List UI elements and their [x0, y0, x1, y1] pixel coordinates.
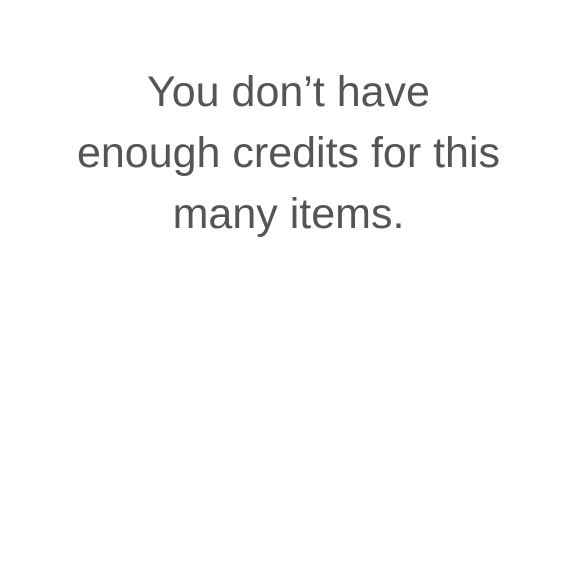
message-line-1: You don’t have [147, 68, 430, 116]
message-line-3: many items. [172, 190, 405, 238]
message-line-2: enough credits for this [76, 129, 501, 177]
insufficient-credits-message: You don’t have enough credits for this m… [0, 0, 577, 245]
